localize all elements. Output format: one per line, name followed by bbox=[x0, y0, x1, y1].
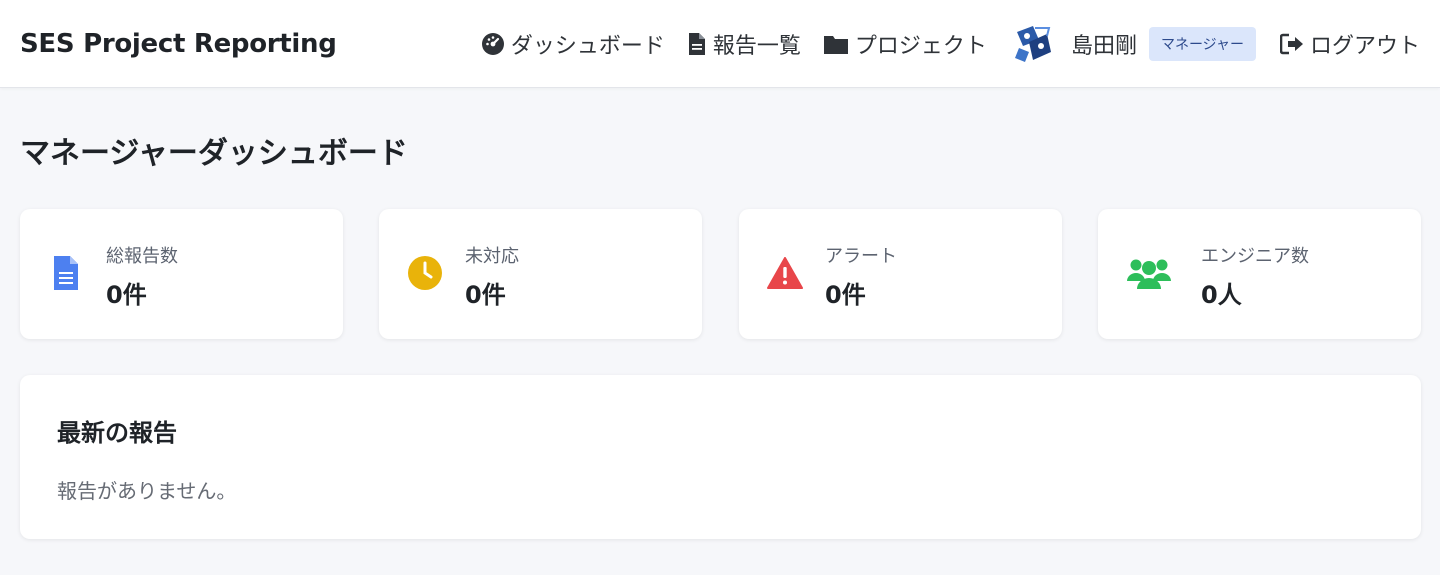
logout-button[interactable]: ログアウト bbox=[1279, 28, 1420, 60]
empty-state-message: 報告がありません。 bbox=[57, 479, 237, 503]
stat-card-pending: 未対応 0件 bbox=[379, 209, 702, 339]
users-icon bbox=[1126, 255, 1172, 291]
logout-label: ログアウト bbox=[1309, 33, 1420, 59]
brand-title[interactable]: SES Project Reporting bbox=[20, 29, 337, 59]
stat-label: エンジニア数 bbox=[1201, 246, 1309, 267]
stat-card-engineers: エンジニア数 0人 bbox=[1098, 209, 1421, 339]
stat-card-alerts: アラート 0件 bbox=[739, 209, 1062, 339]
warning-icon bbox=[767, 255, 803, 291]
folder-icon bbox=[823, 35, 848, 54]
top-navbar: SES Project Reporting ダッシュボード 報告一覧 プロジェク… bbox=[0, 0, 1440, 88]
stat-card-total-reports: 総報告数 0件 bbox=[20, 209, 343, 339]
nav-dashboard-label: ダッシュボード bbox=[510, 33, 665, 59]
document-icon bbox=[48, 255, 84, 291]
stat-label: 未対応 bbox=[465, 246, 519, 267]
nav-reports[interactable]: 報告一覧 bbox=[687, 28, 801, 60]
dashboard-gauge-icon bbox=[481, 32, 504, 55]
stat-value: 0件 bbox=[106, 281, 147, 309]
stat-label: 総報告数 bbox=[106, 246, 178, 267]
stat-value: 0件 bbox=[465, 281, 506, 309]
page-title: マネージャーダッシュボード bbox=[20, 136, 408, 171]
recent-reports-card: 最新の報告 報告がありません。 bbox=[20, 375, 1421, 539]
logout-icon bbox=[1279, 33, 1303, 54]
nav-reports-label: 報告一覧 bbox=[712, 33, 801, 59]
user-name: 島田剛 bbox=[1070, 33, 1137, 59]
nav-projects-label: プロジェクト bbox=[854, 33, 987, 59]
nav-dashboard[interactable]: ダッシュボード bbox=[481, 28, 665, 60]
main-nav: ダッシュボード 報告一覧 プロジェクト 島田剛 マネージャー ログアウト bbox=[481, 0, 1420, 87]
recent-reports-title: 最新の報告 bbox=[57, 419, 177, 447]
nav-projects[interactable]: プロジェクト bbox=[823, 28, 987, 60]
user-avatar[interactable] bbox=[1010, 21, 1055, 66]
stat-value: 0人 bbox=[1201, 281, 1242, 309]
document-icon bbox=[688, 32, 705, 55]
stat-label: アラート bbox=[825, 246, 897, 267]
role-badge: マネージャー bbox=[1148, 26, 1256, 61]
clock-icon bbox=[407, 255, 443, 291]
stat-value: 0件 bbox=[825, 281, 866, 309]
